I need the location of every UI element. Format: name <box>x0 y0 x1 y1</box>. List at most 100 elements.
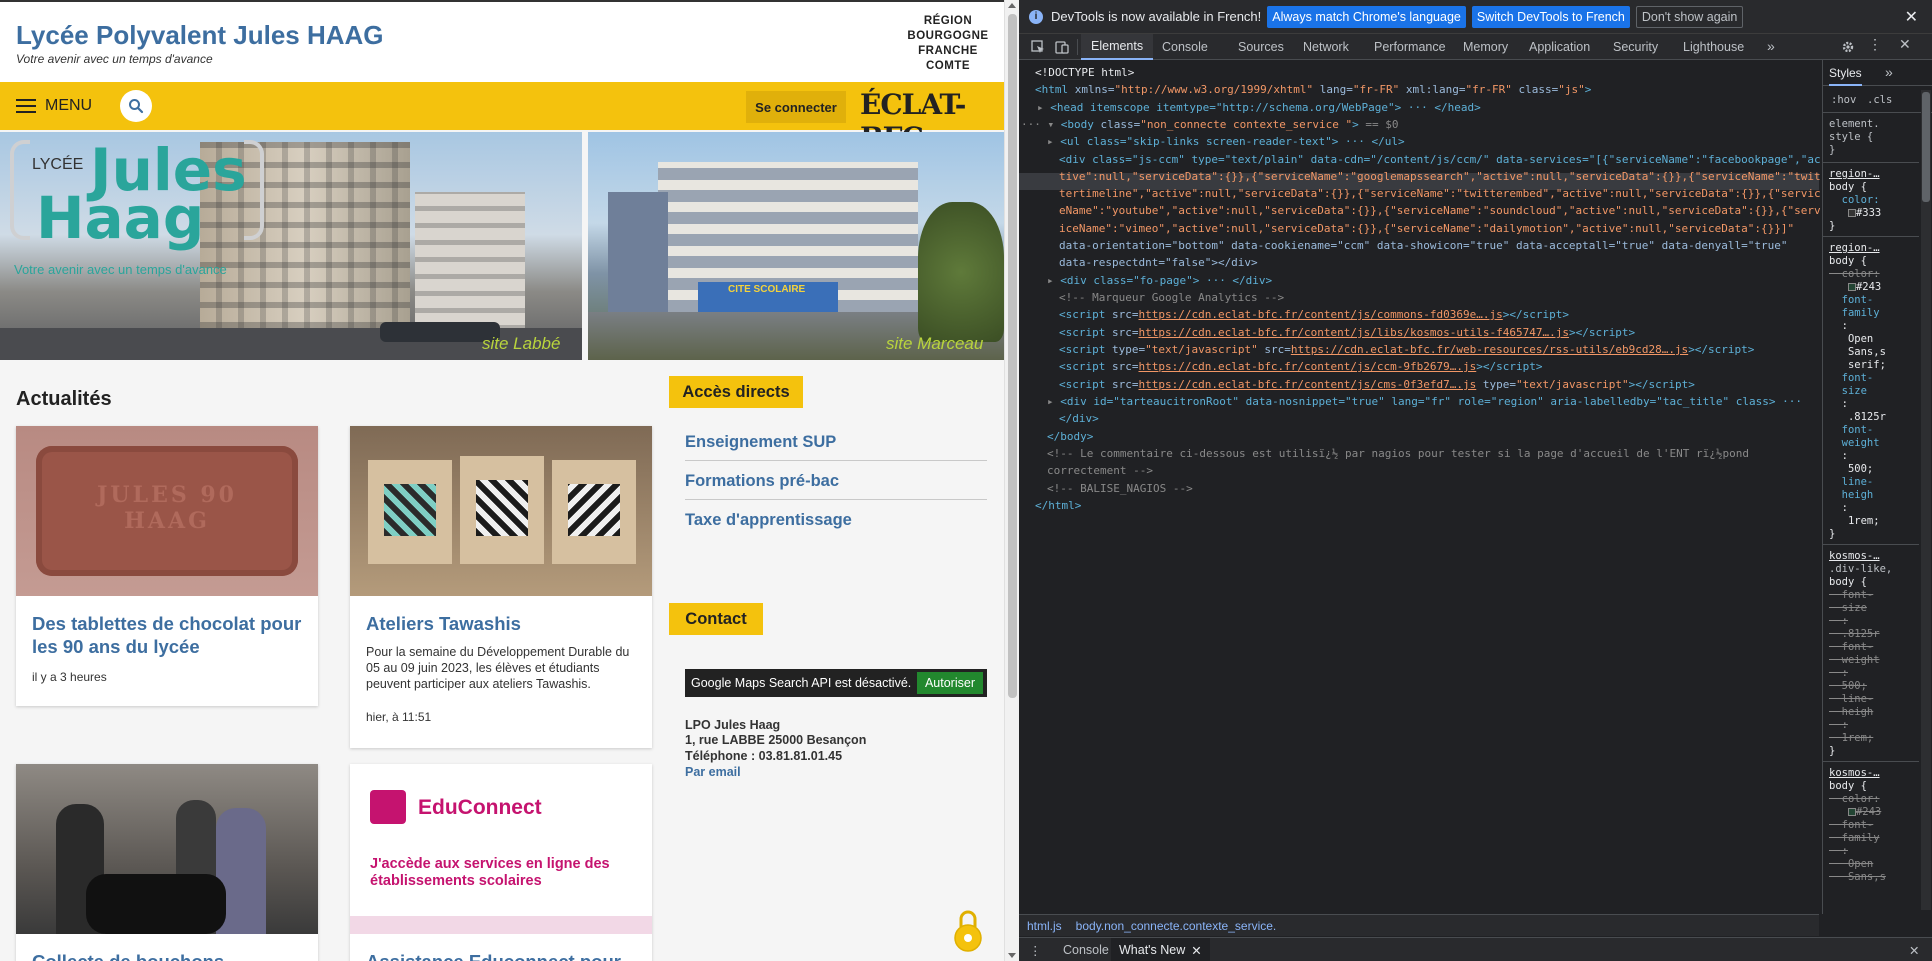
dom-line-comment-nagios[interactable]: correctement --> <box>1047 462 1153 479</box>
close-icon[interactable]: ✕ <box>1191 943 1201 958</box>
dom-line-ccm[interactable]: data-respectdnt="false"></div> <box>1059 254 1258 271</box>
site-title[interactable]: Lycée Polyvalent Jules HAAG <box>16 20 384 51</box>
news-card-title[interactable]: Collecte de bouchons <box>32 950 302 961</box>
scroll-up-arrow-icon[interactable] <box>1008 3 1016 8</box>
dom-line-comment-nagios[interactable]: <!-- Le commentaire ci-dessous est utili… <box>1047 445 1749 462</box>
drawer-tab-whats-new[interactable]: What's New ✕ <box>1111 938 1210 961</box>
styles-tabbar: Styles » <box>1823 60 1932 86</box>
dom-line-script[interactable]: <script src=https://cdn.eclat-bfc.fr/con… <box>1059 358 1542 375</box>
educonnect-logo-text: EduConnect <box>418 796 542 819</box>
hero-building-sign: CITE SCOLAIRE <box>728 284 806 295</box>
styles-scrollbar[interactable] <box>1921 90 1931 910</box>
cls-toggle[interactable]: .cls <box>1867 94 1892 106</box>
region-logo[interactable]: RÉGION BOURGOGNE FRANCHE COMTE <box>907 14 989 74</box>
dom-line-script[interactable]: <script type="text/javascript" src=https… <box>1059 341 1754 358</box>
dom-line-comment-ga[interactable]: <!-- Marqueur Google Analytics --> <box>1059 289 1284 306</box>
tab-elements[interactable]: Elements <box>1081 34 1154 60</box>
settings-gear-icon[interactable] <box>1841 40 1855 54</box>
drawer-menu-icon[interactable]: ⋮ <box>1029 938 1042 961</box>
scrollbar-thumb[interactable] <box>1922 92 1930 202</box>
tab-performance[interactable]: Performance <box>1374 34 1446 60</box>
dom-line-script[interactable]: <script src=https://cdn.eclat-bfc.fr/con… <box>1059 324 1635 341</box>
contact-heading: Contact <box>669 603 763 635</box>
dom-line-div-close[interactable]: </div> <box>1059 410 1099 427</box>
news-heading: Actualités <box>16 388 112 410</box>
dom-line-doctype[interactable]: <!DOCTYPE html> <box>1035 64 1134 81</box>
close-drawer-icon[interactable]: ✕ <box>1909 938 1919 961</box>
tab-lighthouse[interactable]: Lighthouse <box>1683 34 1744 60</box>
scrollbar-thumb[interactable] <box>1008 14 1017 698</box>
tab-styles[interactable]: Styles <box>1829 66 1862 86</box>
dom-line-body-close[interactable]: </body> <box>1047 428 1093 445</box>
direct-link-formations-prebac[interactable]: Formations pré-bac <box>685 472 987 500</box>
dom-line-skip-links[interactable]: ▸ <ul class="skip-links screen-reader-te… <box>1047 133 1405 150</box>
devtools-language-infobar: i DevTools is now available in French! A… <box>1019 0 1932 34</box>
dom-line-tarteaucitron[interactable]: ▸ <div id="tarteaucitronRoot" data-nosni… <box>1047 393 1809 410</box>
news-card[interactable]: JULES 90 HAAG Des tablettes de chocolat … <box>16 426 318 706</box>
scroll-down-arrow-icon[interactable] <box>1008 953 1016 958</box>
tab-sources[interactable]: Sources <box>1238 34 1284 60</box>
close-devtools-icon[interactable]: ✕ <box>1899 36 1911 53</box>
dont-show-again-button[interactable]: Don't show again <box>1635 5 1744 28</box>
dom-line-ccm[interactable]: eName":"youtube","active":null,"serviceD… <box>1059 202 1821 219</box>
maps-disabled-notice: Google Maps Search API est désactivé. <box>691 676 912 690</box>
style-rule-selector[interactable]: region-… <box>1829 168 1880 180</box>
styles-more-chevron-icon[interactable]: » <box>1885 64 1893 80</box>
tab-console[interactable]: Console <box>1162 34 1208 60</box>
more-options-icon[interactable]: ⋮ <box>1868 36 1882 53</box>
breadcrumb-html[interactable]: html.js <box>1027 919 1062 933</box>
switch-to-french-button[interactable]: Switch DevTools to French <box>1471 5 1630 28</box>
news-card-title[interactable]: Ateliers Tawashis <box>366 612 636 635</box>
dom-line-script[interactable]: <script src=https://cdn.eclat-bfc.fr/con… <box>1059 376 1695 393</box>
menu-button[interactable]: MENU <box>16 95 92 117</box>
style-rule-selector[interactable]: kosmos-… <box>1829 767 1880 779</box>
direct-link-taxe-apprentissage[interactable]: Taxe d'apprentissage <box>685 511 987 538</box>
element-style-rule[interactable]: element. style { } <box>1829 118 1880 157</box>
site-header: Lycée Polyvalent Jules HAAG Votre avenir… <box>0 2 1004 82</box>
hero-tagline: Votre avenir avec un temps d'avance <box>14 262 227 277</box>
dom-line-comment-balise[interactable]: <!-- BALISE_NAGIOS --> <box>1047 480 1193 497</box>
dom-line-script[interactable]: <script src=https://cdn.eclat-bfc.fr/con… <box>1059 306 1569 323</box>
news-card[interactable]: Collecte de bouchons <box>16 764 318 961</box>
search-button[interactable] <box>120 90 152 122</box>
tab-application[interactable]: Application <box>1529 34 1590 60</box>
dom-line-ccm[interactable]: <div class="js-ccm" type="text/plain" da… <box>1059 151 1821 168</box>
dom-line-head[interactable]: ▸ <head itemscope itemtype="http://schem… <box>1037 99 1481 116</box>
drawer-tab-console[interactable]: Console <box>1057 938 1115 961</box>
breadcrumb-body[interactable]: body.non_connecte.contexte_service. <box>1076 919 1277 933</box>
dom-line-ccm[interactable]: tive":null,"serviceData":{}},{"serviceNa… <box>1059 168 1821 185</box>
news-card[interactable]: Ateliers Tawashis Pour la semaine du Dév… <box>350 426 652 748</box>
tab-security[interactable]: Security <box>1613 34 1658 60</box>
dom-line-fo-page[interactable]: ▸ <div class="fo-page"> ··· </div> <box>1047 272 1272 289</box>
login-button[interactable]: Se connecter <box>746 91 846 123</box>
style-rule-selector[interactable]: region-… <box>1829 242 1880 254</box>
hov-toggle[interactable]: :hov <box>1831 94 1856 106</box>
close-icon[interactable]: ✕ <box>1905 7 1918 27</box>
dom-line-ccm[interactable]: tertimeline","active":null,"serviceData"… <box>1059 185 1821 202</box>
devtools-panel: i DevTools is now available in French! A… <box>1019 0 1932 961</box>
news-card-title[interactable]: Assistance Educonnect pour <box>366 950 636 961</box>
tab-network[interactable]: Network <box>1303 34 1349 60</box>
website-scrollbar[interactable] <box>1004 0 1019 961</box>
inspect-element-icon[interactable] <box>1031 40 1045 54</box>
dom-line-html[interactable]: <html xmlns="http://www.w3.org/1999/xhtm… <box>1035 81 1591 98</box>
cookie-lock-icon[interactable] <box>953 907 983 953</box>
more-tabs-chevron-icon[interactable]: » <box>1767 38 1775 54</box>
maps-allow-button[interactable]: Autoriser <box>916 672 983 694</box>
dom-line-ccm[interactable]: iceName":"vimeo","active":null,"serviceD… <box>1059 220 1794 237</box>
contact-email-link[interactable]: Par email <box>685 765 741 779</box>
news-card[interactable]: EduConnect J'accède aux services en lign… <box>350 764 652 961</box>
news-card-title[interactable]: Des tablettes de chocolat pour les 90 an… <box>32 612 302 658</box>
search-icon <box>129 99 144 114</box>
device-toolbar-icon[interactable] <box>1055 40 1069 54</box>
direct-link-enseignement-sup[interactable]: Enseignement SUP <box>685 433 987 461</box>
match-language-button[interactable]: Always match Chrome's language <box>1267 5 1466 28</box>
styles-pane: Styles » :hov .cls element. style { } re… <box>1822 60 1932 914</box>
dom-line-body[interactable]: ··· ▾ <body class="non_connecte contexte… <box>1021 116 1399 133</box>
tab-memory[interactable]: Memory <box>1463 34 1508 60</box>
style-rule-selector[interactable]: kosmos-… <box>1829 550 1880 562</box>
dom-line-html-close[interactable]: </html> <box>1035 497 1081 514</box>
dom-line-ccm[interactable]: data-orientation="bottom" data-cookienam… <box>1059 237 1787 254</box>
hero-site-left: site Labbé <box>482 334 561 353</box>
site-tagline: Votre avenir avec un temps d'avance <box>16 52 213 66</box>
